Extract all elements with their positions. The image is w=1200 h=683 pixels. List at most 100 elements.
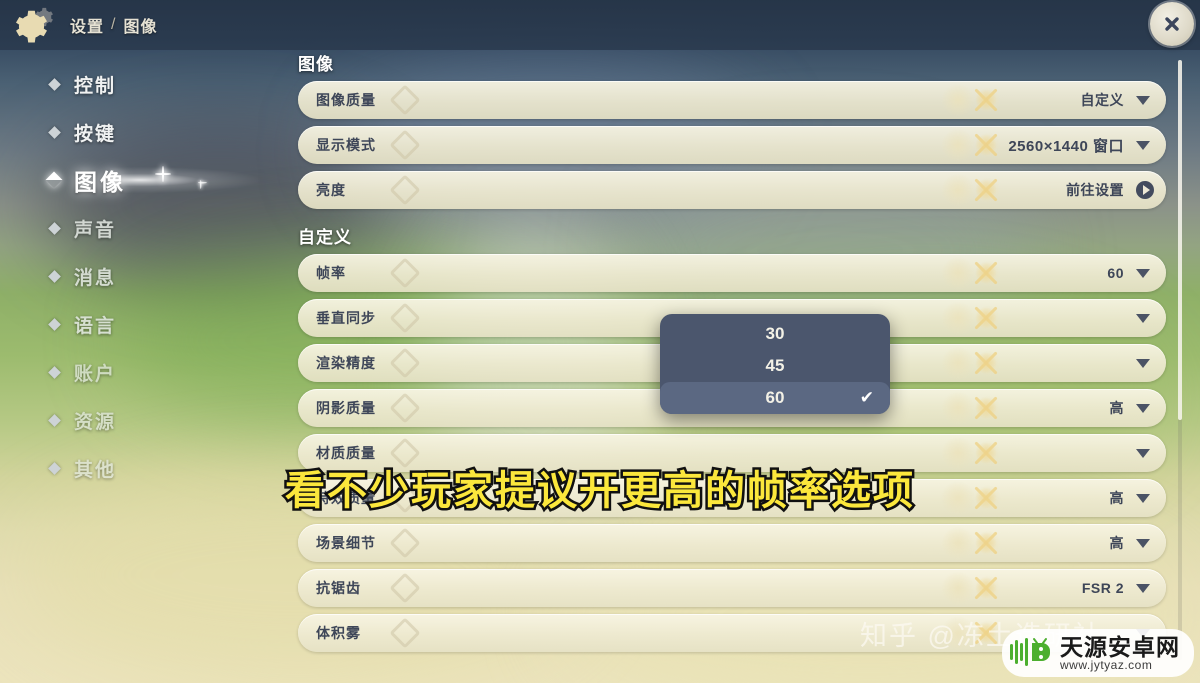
setting-label: 垂直同步 (316, 310, 376, 326)
setting-label: 特效质量 (316, 490, 376, 506)
setting-row-显示模式[interactable]: 显示模式 2560×1440 窗口 (298, 126, 1166, 164)
setting-row-特效质量[interactable]: 特效质量 高 (298, 479, 1166, 517)
diamond-bullet-icon (48, 269, 61, 283)
sidebar-item-label: 账户 (74, 363, 117, 385)
diamond-bullet-icon (48, 413, 61, 427)
site-name: 天源安卓网 (1060, 633, 1180, 660)
sidebar-item-声音[interactable]: 声音 (0, 204, 280, 252)
sidebar-item-按键[interactable]: 按键 (0, 108, 280, 156)
setting-value: 高 (1109, 400, 1124, 416)
close-button[interactable] (1150, 2, 1194, 46)
setting-row-抗锯齿[interactable]: 抗锯齿 FSR 2 (298, 569, 1166, 607)
sidebar-item-消息[interactable]: 消息 (0, 252, 280, 300)
dropdown-option-label: 45 (765, 356, 785, 375)
sidebar-item-账户[interactable]: 账户 (0, 348, 280, 396)
sparkle-icon (155, 166, 171, 182)
chevron-down-icon[interactable] (1136, 583, 1150, 593)
setting-label: 帧率 (316, 265, 346, 281)
setting-row-帧率[interactable]: 帧率 60 (298, 254, 1166, 292)
setting-label: 阴影质量 (316, 400, 376, 416)
sidebar-item-其他[interactable]: 其他 (0, 444, 280, 492)
sparkle-ornament-icon (911, 434, 1021, 472)
chevron-right-icon[interactable] (1136, 181, 1154, 199)
site-watermark: 天源安卓网 www.jytyaz.com (1002, 629, 1194, 677)
chevron-down-icon[interactable] (1136, 493, 1150, 503)
sparkle-ornament-icon (911, 126, 1021, 164)
sidebar-item-语言[interactable]: 语言 (0, 300, 280, 348)
dropdown-option-45[interactable]: 45 (660, 350, 890, 382)
setting-label: 渲染精度 (316, 355, 376, 371)
sidebar-item-label: 控制 (74, 75, 117, 97)
diamond-bullet-icon (48, 461, 61, 475)
sidebar-item-label: 资源 (74, 411, 117, 433)
settings-window: 设置 / 图像 控制 按键 图像 声音 消息 语言 账户 资源 其他 图像 图像质量 自定义 显示模式… (0, 0, 1200, 683)
chevron-down-icon[interactable] (1136, 448, 1150, 458)
sparkle-ornament-icon (911, 569, 1021, 607)
setting-row-图像质量[interactable]: 图像质量 自定义 (298, 81, 1166, 119)
scrollbar-thumb[interactable] (1178, 60, 1182, 420)
sparkle-ornament-icon (911, 524, 1021, 562)
dropdown-option-label: 60 (765, 388, 785, 407)
sidebar-item-资源[interactable]: 资源 (0, 396, 280, 444)
dropdown-option-30[interactable]: 30 (660, 318, 890, 350)
setting-label: 材质质量 (316, 445, 376, 461)
sidebar-item-label: 语言 (74, 315, 117, 337)
sidebar-item-label: 消息 (74, 267, 117, 289)
diamond-bullet-icon (48, 77, 61, 91)
setting-value: 2560×1440 窗口 (1008, 137, 1124, 155)
diamond-bullet-icon (48, 221, 61, 235)
sparkle-ornament-icon (911, 479, 1021, 517)
check-icon: ✔ (859, 388, 874, 407)
sparkle-icon (198, 180, 203, 185)
frame-rate-dropdown-menu[interactable]: 30 45 60 ✔ (660, 314, 890, 414)
content-scrollbar[interactable] (1178, 60, 1182, 660)
selection-glow (110, 167, 260, 193)
breadcrumb-root[interactable]: 设置 (70, 13, 104, 37)
sidebar: 控制按键图像声音消息语言账户资源其他 (0, 60, 280, 683)
setting-value: 60 (1107, 265, 1124, 281)
sidebar-item-label: 声音 (74, 219, 117, 241)
setting-value: 高 (1109, 490, 1124, 506)
section-title-图像: 图像 (298, 55, 334, 74)
site-url: www.jytyaz.com (1060, 657, 1153, 672)
sparkle-ornament-icon (911, 344, 1021, 382)
setting-value: 前往设置 (1066, 182, 1124, 198)
sparkle-ornament-icon (911, 299, 1021, 337)
chevron-down-icon[interactable] (1136, 268, 1150, 278)
section-title-自定义: 自定义 (298, 228, 352, 247)
setting-label: 亮度 (316, 182, 346, 198)
breadcrumb-separator: / (111, 16, 117, 33)
dropdown-option-60[interactable]: 60 ✔ (660, 382, 890, 414)
chevron-down-icon[interactable] (1136, 358, 1150, 368)
setting-value: 高 (1109, 535, 1124, 551)
chevron-down-icon[interactable] (1136, 403, 1150, 413)
setting-value: FSR 2 (1081, 580, 1124, 596)
breadcrumb: 设置 / 图像 (70, 13, 157, 37)
sidebar-item-控制[interactable]: 控制 (0, 60, 280, 108)
sidebar-item-label: 图像 (74, 169, 126, 195)
setting-row-亮度[interactable]: 亮度 前往设置 (298, 171, 1166, 209)
chevron-down-icon[interactable] (1136, 140, 1150, 150)
diamond-bullet-icon (48, 317, 61, 331)
chevron-down-icon[interactable] (1136, 538, 1150, 548)
title-bar: 设置 / 图像 (0, 0, 1200, 50)
diamond-bullet-icon (48, 365, 61, 379)
chevron-down-icon[interactable] (1136, 313, 1150, 323)
setting-row-场景细节[interactable]: 场景细节 高 (298, 524, 1166, 562)
setting-row-材质质量[interactable]: 材质质量 (298, 434, 1166, 472)
sparkle-ornament-icon (911, 171, 1021, 209)
sidebar-item-图像[interactable]: 图像 (0, 156, 280, 204)
setting-value: 自定义 (1080, 92, 1124, 108)
sidebar-item-label: 按键 (74, 123, 117, 145)
setting-label: 显示模式 (316, 137, 376, 153)
setting-label: 图像质量 (316, 92, 376, 108)
dropdown-option-label: 30 (765, 324, 785, 343)
breadcrumb-current: 图像 (123, 19, 158, 36)
setting-label: 场景细节 (316, 535, 376, 551)
chevron-down-icon[interactable] (1136, 95, 1150, 105)
gear-icon (8, 0, 58, 50)
sidebar-item-label: 其他 (74, 459, 117, 481)
setting-label: 抗锯齿 (316, 580, 361, 596)
sparkle-ornament-icon (911, 389, 1021, 427)
diamond-bullet-icon (48, 125, 61, 139)
